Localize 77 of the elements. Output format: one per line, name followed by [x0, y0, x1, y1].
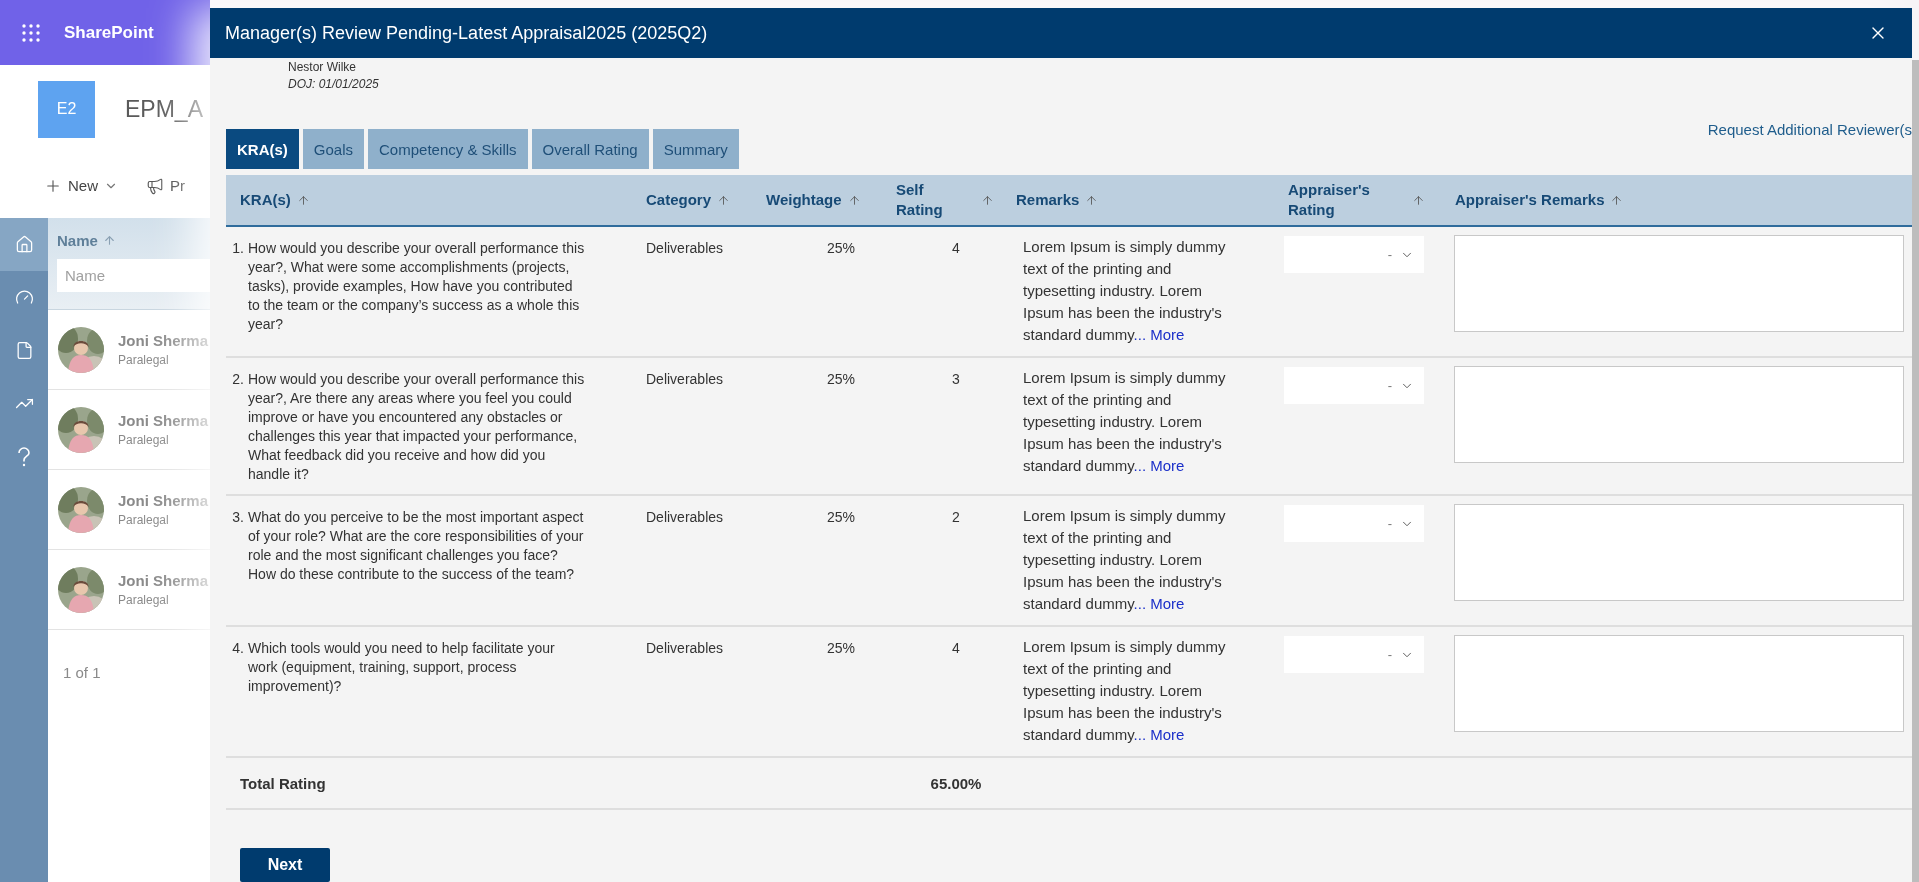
weightage-text: 25% — [826, 508, 855, 527]
sort-arrow-icon — [296, 193, 310, 207]
dialog-title: Manager(s) Review Pending-Latest Appraisal2025 (2025Q2) — [225, 22, 708, 44]
person-role: Paralegal — [118, 513, 170, 527]
rating-dropdown[interactable]: - — [1284, 636, 1424, 673]
category-text: Deliverables — [646, 239, 724, 258]
weightage-text: 25% — [826, 239, 855, 258]
remarks-text: Lorem Ipsum is simply dummy text of the printing and typesetting industry. Lorem Ipsum has been the industry's standard dummy... More — [1023, 368, 1227, 476]
pager-text: 1 of 1 — [63, 664, 102, 681]
gauge-icon — [14, 288, 34, 307]
self-rating-text: 4 — [952, 239, 960, 258]
rating-dropdown[interactable]: - — [1284, 367, 1424, 404]
site-title: EPM_A — [125, 95, 203, 123]
command-label[interactable]: Pr — [170, 177, 185, 194]
sort-arrow-icon — [1412, 193, 1425, 207]
question-text: How would you describe your overall performance this year?, What were some accomplishments (projects, tasks), provide examples, How have you contributed to the team or the company’s success as a whole this year? — [248, 239, 586, 334]
item-number: 4. — [231, 639, 244, 658]
person-name: Joni Sherma — [118, 412, 209, 429]
next-button[interactable]: Next — [240, 848, 330, 882]
question-text: Which tools would you need to help facilitate your work (equipment, training, support, process improvement)? — [248, 639, 556, 696]
help-icon — [17, 446, 31, 467]
site-logo: E2 — [38, 80, 95, 138]
person-name: Joni Sherma — [118, 492, 209, 509]
home-icon — [14, 235, 34, 254]
tab[interactable]: Overall Rating — [531, 129, 649, 169]
employee-name: Nestor Wilke — [288, 59, 357, 76]
self-rating-text: 3 — [952, 370, 960, 389]
sort-arrow-icon — [1610, 193, 1624, 207]
tab[interactable]: KRA(s) — [226, 129, 299, 169]
sort-arrow-icon — [981, 193, 994, 207]
remarks-field[interactable] — [1454, 635, 1904, 732]
weightage-text: 25% — [826, 639, 855, 658]
app-name[interactable]: SharePoint — [64, 22, 154, 43]
request-reviewer-link[interactable]: Request Additional Reviewer(s — [1707, 121, 1912, 138]
item-number: 3. — [231, 508, 244, 527]
weightage-text: 25% — [826, 370, 855, 389]
category-text: Deliverables — [646, 370, 724, 389]
total-rating-value: 65.00% — [930, 774, 982, 792]
column-header[interactable]: KRA(s) — [240, 190, 291, 210]
rating-dropdown[interactable]: - — [1284, 236, 1424, 273]
scrollbar[interactable] — [1912, 60, 1919, 882]
question-text: How would you describe your overall performance this year?, Are there any areas where you feel you could improve or have you encountered any obstacles or challenges this year that impacted your performance, What feedback did you receive and how did you handle it? — [248, 370, 586, 484]
column-header[interactable]: Remarks — [1016, 190, 1080, 210]
tab[interactable]: Competency & Skills — [368, 129, 528, 169]
item-number: 1. — [231, 239, 244, 258]
total-rating-label: Total Rating — [240, 774, 326, 792]
category-text: Deliverables — [646, 508, 724, 527]
self-rating-text: 2 — [952, 508, 960, 527]
rating-dropdown[interactable]: - — [1284, 505, 1424, 542]
sort-arrow-icon — [717, 193, 731, 207]
sort-arrow-icon — [102, 234, 116, 247]
person-name: Joni Sherma — [118, 572, 209, 589]
filter-field[interactable]: Name — [57, 259, 210, 292]
category-text: Deliverables — [646, 639, 724, 658]
sort-arrow-icon — [847, 193, 861, 207]
remarks-text: Lorem Ipsum is simply dummy text of the printing and typesetting industry. Lorem Ipsum has been the industry's standard dummy... More — [1023, 506, 1227, 614]
command-label[interactable]: New — [68, 177, 98, 194]
person-role: Paralegal — [118, 593, 170, 607]
person-name: Joni Sherma — [118, 332, 209, 349]
person-role: Paralegal — [118, 353, 170, 367]
megaphone-icon — [146, 176, 164, 195]
remarks-text: Lorem Ipsum is simply dummy text of the printing and typesetting industry. Lorem Ipsum has been the industry's standard dummy... More — [1023, 637, 1227, 745]
tab[interactable]: Goals — [302, 129, 365, 169]
joining-date: DOJ: 01/01/2025 — [288, 76, 380, 93]
app-launcher-icon[interactable] — [22, 23, 40, 42]
person-role: Paralegal — [118, 433, 170, 447]
tab[interactable]: Summary — [652, 129, 739, 169]
question-text: What do you perceive to be the most important aspect of your role? What are the core responsibilities of your role and the most significant challenges you face? How do these contribute to the success of the team? — [248, 508, 585, 584]
column-header[interactable]: Appraiser's Remarks — [1455, 190, 1605, 210]
remarks-field[interactable] — [1454, 366, 1904, 463]
self-rating-text: 4 — [952, 639, 960, 658]
remarks-text: Lorem Ipsum is simply dummy text of the printing and typesetting industry. Lorem Ipsum has been the industry's standard dummy... More — [1023, 237, 1227, 345]
remarks-field[interactable] — [1454, 235, 1904, 332]
item-number: 2. — [231, 370, 244, 389]
sort-arrow-icon — [1085, 193, 1099, 207]
column-header[interactable]: Name — [57, 232, 116, 249]
remarks-field[interactable] — [1454, 504, 1904, 601]
